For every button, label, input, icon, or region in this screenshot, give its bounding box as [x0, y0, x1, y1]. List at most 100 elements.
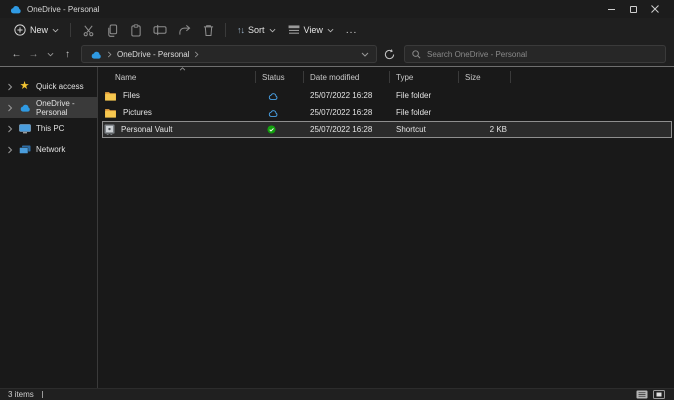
date-modified: 25/07/2022 16:28: [310, 91, 373, 100]
onedrive-cloud-icon: [89, 50, 102, 59]
onedrive-cloud-icon: [18, 103, 31, 112]
new-button-label: New: [30, 25, 49, 35]
refresh-icon: [384, 48, 394, 59]
header-type[interactable]: Type: [390, 67, 459, 87]
expand-chevron-icon[interactable]: [7, 104, 13, 112]
breadcrumb-chevron-icon: [195, 51, 199, 57]
large-icons-view-button[interactable]: [652, 390, 666, 400]
trash-icon: [203, 24, 213, 36]
view-icon: [288, 25, 299, 34]
sidebar-item-onedrive[interactable]: OneDrive - Personal: [0, 97, 97, 118]
main-area: ★ Quick access OneDrive - Personal This …: [0, 66, 674, 388]
file-row-personal-vault[interactable]: Personal Vault 25/07/2022 16:28 Shortcut…: [98, 121, 674, 138]
file-name: Files: [123, 91, 140, 100]
status-bar: 3 items: [0, 388, 674, 400]
header-date-modified[interactable]: Date modified: [304, 67, 390, 87]
file-row-pictures[interactable]: Pictures 25/07/2022 16:28 File folder: [98, 104, 674, 121]
cloud-online-icon: [268, 92, 278, 100]
sidebar-item-label: Network: [36, 145, 66, 154]
toolbar-separator: [70, 23, 72, 37]
maximize-icon: [629, 5, 637, 13]
header-name[interactable]: Name: [98, 67, 256, 87]
command-toolbar: New ↑↓ Sort View ...: [0, 18, 674, 42]
breadcrumb-chevron-icon: [107, 51, 112, 57]
monitor-icon: [18, 123, 31, 134]
search-box[interactable]: [404, 45, 666, 63]
address-dropdown-icon[interactable]: [361, 52, 369, 57]
new-button[interactable]: New: [8, 21, 65, 39]
window-title: OneDrive - Personal: [27, 4, 100, 14]
titlebar: OneDrive - Personal: [0, 0, 674, 18]
maximize-button[interactable]: [622, 1, 644, 17]
navigation-pane: ★ Quick access OneDrive - Personal This …: [0, 67, 98, 388]
search-icon: [412, 49, 421, 58]
sidebar-item-label: OneDrive - Personal: [36, 98, 75, 117]
folder-icon: [105, 91, 116, 101]
sidebar-item-network[interactable]: Network: [0, 139, 97, 160]
expand-chevron-icon[interactable]: [7, 146, 13, 154]
file-row-files[interactable]: Files 25/07/2022 16:28 File folder: [98, 87, 674, 104]
sidebar-item-label: This PC: [36, 124, 65, 133]
expand-chevron-icon[interactable]: [7, 83, 13, 91]
copy-button[interactable]: [100, 21, 124, 40]
file-type: File folder: [396, 108, 432, 117]
status-divider: [41, 391, 43, 398]
search-input[interactable]: [427, 49, 658, 59]
file-type: File folder: [396, 91, 432, 100]
onedrive-cloud-icon: [8, 4, 22, 14]
rename-icon: [153, 24, 167, 36]
view-button[interactable]: View: [282, 22, 340, 38]
view-toggles: [635, 390, 666, 400]
chevron-down-icon: [52, 28, 59, 32]
breadcrumb-location[interactable]: OneDrive - Personal: [117, 50, 189, 59]
sidebar-item-this-pc[interactable]: This PC: [0, 118, 97, 139]
date-modified: 25/07/2022 16:28: [310, 125, 373, 134]
details-view-button[interactable]: [635, 390, 649, 400]
delete-button[interactable]: [196, 21, 220, 40]
vault-icon: [104, 124, 115, 135]
paste-icon: [131, 23, 141, 37]
file-explorer-window: OneDrive - Personal New ↑↓ Sort View ...…: [0, 0, 674, 400]
header-size[interactable]: Size: [459, 67, 511, 87]
back-button[interactable]: ←: [8, 45, 25, 63]
arrow-right-icon: →: [28, 48, 39, 60]
file-type: Shortcut: [396, 125, 426, 134]
ellipsis-icon: ...: [345, 24, 358, 36]
plus-circle-icon: [14, 24, 26, 36]
sort-icon: ↑↓: [237, 25, 245, 35]
rename-button[interactable]: [148, 21, 172, 40]
close-icon: [651, 5, 659, 13]
navigation-bar: ← → ↑ OneDrive - Personal: [0, 42, 674, 66]
folder-icon: [105, 108, 116, 118]
sort-button[interactable]: ↑↓ Sort: [231, 22, 282, 38]
star-icon: ★: [19, 80, 30, 92]
synced-check-icon: [267, 125, 276, 134]
forward-button[interactable]: →: [25, 45, 42, 63]
share-icon: [178, 24, 190, 35]
minimize-button[interactable]: [600, 1, 622, 17]
toolbar-separator: [225, 23, 227, 37]
recent-locations-button[interactable]: [42, 45, 59, 63]
paste-button[interactable]: [124, 21, 148, 40]
refresh-button[interactable]: [380, 45, 398, 63]
details-view-icon: [636, 390, 648, 399]
more-options-button[interactable]: ...: [340, 22, 363, 39]
sidebar-item-quick-access[interactable]: ★ Quick access: [0, 76, 97, 97]
column-headers: Name Status Date modified Type Size: [98, 67, 674, 87]
chevron-down-icon: [327, 28, 334, 32]
address-bar[interactable]: OneDrive - Personal: [81, 45, 377, 63]
window-controls: [600, 1, 666, 17]
chevron-down-icon: [47, 52, 54, 56]
minimize-icon: [607, 8, 615, 10]
cut-button[interactable]: [76, 21, 100, 40]
header-status[interactable]: Status: [256, 67, 304, 87]
expand-chevron-icon[interactable]: [7, 125, 13, 133]
up-button[interactable]: ↑: [59, 45, 76, 63]
sidebar-item-label: Quick access: [36, 82, 84, 91]
cut-icon: [83, 25, 93, 36]
share-button[interactable]: [172, 21, 196, 40]
date-modified: 25/07/2022 16:28: [310, 108, 373, 117]
file-name: Personal Vault: [121, 125, 173, 134]
file-list: Name Status Date modified Type Size File…: [98, 67, 674, 388]
close-button[interactable]: [644, 1, 666, 17]
